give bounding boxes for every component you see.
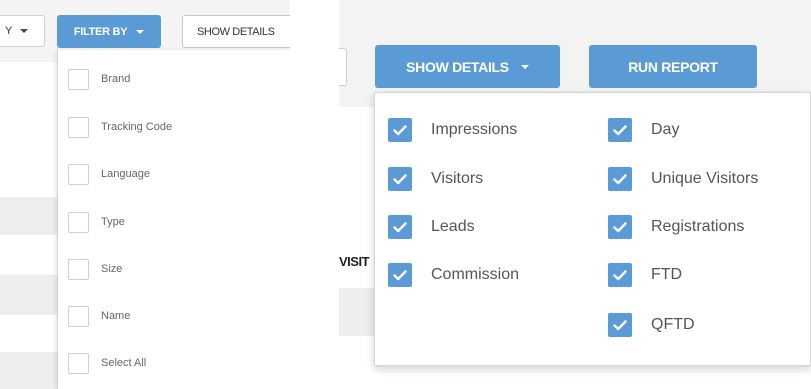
checkmark-icon: [393, 269, 407, 280]
show-details-button[interactable]: SHOW DETAILS: [375, 45, 560, 88]
detail-option-label: FTD: [651, 266, 683, 283]
detail-option-leads[interactable]: Leads: [388, 215, 475, 239]
run-report-button[interactable]: RUN REPORT: [589, 45, 757, 88]
checkbox[interactable]: [68, 352, 89, 374]
filter-option-select-all[interactable]: Select All: [68, 352, 146, 374]
show-details-dropdown-menu: Impressions Visitors Leads Commission Da…: [374, 92, 811, 366]
checkmark-icon: [613, 221, 627, 232]
group-by-dropdown-label: Y: [5, 25, 13, 37]
checkmark-icon: [613, 124, 627, 135]
checkbox-checked[interactable]: [388, 167, 412, 191]
checkmark-icon: [393, 221, 407, 232]
detail-option-label: Leads: [431, 218, 475, 235]
show-details-button-label: SHOW DETAILS: [406, 58, 509, 75]
filter-option-language[interactable]: Language: [68, 163, 150, 185]
checkbox[interactable]: [68, 305, 89, 327]
checkbox-checked[interactable]: [388, 118, 412, 142]
filter-option-label: Tracking Code: [101, 121, 173, 133]
filter-panel: Y FILTER BY SHOW DETAILS Brand Tracking …: [0, 0, 290, 389]
checkbox-checked[interactable]: [608, 215, 632, 239]
column-header-visitors: VISIT: [339, 254, 370, 269]
chevron-down-icon: [520, 64, 529, 69]
checkbox[interactable]: [68, 258, 89, 280]
filter-by-button[interactable]: FILTER BY: [57, 15, 161, 48]
detail-option-label: Commission: [431, 266, 520, 283]
details-panel: SHOW DETAILS RUN REPORT VISIT Impression…: [339, 0, 811, 389]
checkbox-checked[interactable]: [608, 313, 632, 337]
detail-option-label: Visitors: [431, 170, 484, 187]
checkbox[interactable]: [68, 68, 89, 90]
detail-option-commission[interactable]: Commission: [388, 263, 519, 287]
text-input[interactable]: [339, 48, 347, 86]
filter-option-size[interactable]: Size: [68, 258, 122, 280]
checkbox-checked[interactable]: [388, 215, 412, 239]
filter-option-label: Type: [101, 216, 125, 228]
checkmark-icon: [613, 319, 627, 330]
detail-option-qftd[interactable]: QFTD: [608, 313, 695, 337]
filter-by-button-label: FILTER BY: [73, 25, 128, 38]
detail-option-unique-visitors[interactable]: Unique Visitors: [608, 167, 758, 191]
checkmark-icon: [393, 124, 407, 135]
show-details-button-label: SHOW DETAILS: [197, 25, 275, 38]
filter-option-type[interactable]: Type: [68, 211, 125, 233]
filter-option-name[interactable]: Name: [68, 305, 130, 327]
detail-option-label: Registrations: [651, 218, 745, 235]
checkbox[interactable]: [68, 211, 89, 233]
filter-dropdown-menu: Brand Tracking Code Language Type Size N…: [57, 50, 290, 389]
detail-option-label: QFTD: [651, 316, 695, 333]
detail-option-day[interactable]: Day: [608, 118, 679, 142]
checkbox-checked[interactable]: [388, 263, 412, 287]
run-report-button-label: RUN REPORT: [628, 58, 718, 75]
show-details-button[interactable]: SHOW DETAILS: [182, 15, 290, 48]
checkmark-icon: [393, 173, 407, 184]
filter-option-label: Language: [101, 168, 150, 180]
filter-option-label: Size: [101, 263, 123, 275]
detail-option-impressions[interactable]: Impressions: [388, 118, 517, 142]
chevron-down-icon: [20, 29, 29, 33]
filter-option-label: Name: [101, 310, 131, 322]
detail-option-ftd[interactable]: FTD: [608, 263, 682, 287]
group-by-dropdown[interactable]: Y: [0, 15, 45, 47]
filter-option-label: Brand: [101, 73, 131, 85]
filter-option-brand[interactable]: Brand: [68, 68, 130, 90]
checkbox-checked[interactable]: [608, 167, 632, 191]
detail-option-label: Unique Visitors: [651, 170, 759, 187]
checkbox-checked[interactable]: [608, 263, 632, 287]
checkbox-checked[interactable]: [608, 118, 632, 142]
checkmark-icon: [613, 269, 627, 280]
detail-option-label: Impressions: [431, 121, 518, 138]
chevron-down-icon: [136, 29, 145, 34]
detail-option-registrations[interactable]: Registrations: [608, 215, 744, 239]
filter-option-tracking-code[interactable]: Tracking Code: [68, 116, 172, 138]
checkmark-icon: [613, 173, 627, 184]
filter-option-label: Select All: [101, 357, 147, 369]
checkbox[interactable]: [68, 163, 89, 185]
detail-option-label: Day: [651, 121, 680, 138]
checkbox[interactable]: [68, 116, 89, 138]
detail-option-visitors[interactable]: Visitors: [388, 167, 483, 191]
